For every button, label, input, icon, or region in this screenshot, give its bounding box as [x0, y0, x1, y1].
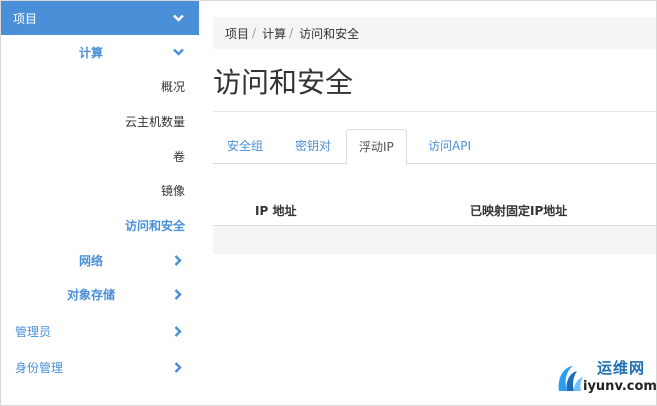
sidebar-item-access-security[interactable]: 访问和安全 [1, 208, 199, 242]
main-content: 项目 / 计算 / 访问和安全 访问和安全 安全组 密钥对 浮动IP 访问API… [213, 1, 656, 405]
sidebar-item-object-storage[interactable]: 对象存储 [1, 277, 199, 311]
table-empty-row [213, 226, 656, 254]
chevron-right-icon [173, 255, 183, 266]
sidebar-item-label: 计算 [79, 45, 104, 60]
tab-floating-ips[interactable]: 浮动IP [346, 129, 407, 165]
watermark-name: 运维网 [597, 359, 646, 377]
tab-label: 安全组 [227, 139, 264, 153]
tab-label: 密钥对 [295, 139, 332, 153]
chevron-right-icon [173, 362, 183, 373]
sidebar-item-label: 访问和安全 [124, 218, 185, 233]
chevron-right-icon [173, 289, 183, 300]
breadcrumb-item-current: 访问和安全 [299, 26, 360, 41]
sidebar-item-compute[interactable]: 计算 [1, 35, 199, 69]
page-title: 访问和安全 [213, 66, 354, 99]
sidebar-item-volumes[interactable]: 卷 [1, 139, 199, 173]
sidebar-item-label: 身份管理 [15, 360, 64, 375]
breadcrumb-separator: / [289, 26, 294, 40]
tab-label: 浮动IP [359, 140, 394, 154]
column-header-mapped-fixed-ip[interactable]: 已映射固定IP地址 [470, 202, 567, 219]
tab-bar: 安全组 密钥对 浮动IP 访问API [213, 129, 656, 165]
sidebar-item-network[interactable]: 网络 [1, 243, 199, 277]
sidebar-item-label: 概况 [160, 79, 185, 94]
chevron-right-icon [173, 326, 183, 337]
sidebar-item-images[interactable]: 镜像 [1, 173, 199, 207]
watermark-domain: iyunv.com [583, 379, 657, 394]
sidebar-item-label: 云主机数量 [124, 114, 185, 129]
sidebar-item-label: 对象存储 [67, 287, 116, 302]
watermark: 运维网 iyunv.com [553, 355, 657, 401]
sidebar-item-project[interactable]: 项目 [1, 1, 199, 35]
tab-key-pairs[interactable]: 密钥对 [283, 129, 343, 164]
column-header-ip-address[interactable]: IP 地址 [255, 202, 296, 219]
sidebar-item-label: 镜像 [160, 183, 185, 198]
app-window: 项目 计算 概况 云主机数量 卷 镜像 访问和安全 网络 对象存储 管理员 身份… [0, 0, 657, 406]
tab-label: 访问API [428, 139, 471, 153]
sidebar-item-instances[interactable]: 云主机数量 [1, 104, 199, 138]
tab-security-groups[interactable]: 安全组 [215, 129, 275, 164]
sidebar-item-label: 网络 [79, 253, 104, 268]
sidebar: 项目 计算 概况 云主机数量 卷 镜像 访问和安全 网络 对象存储 管理员 身份… [1, 1, 199, 405]
tab-api-access[interactable]: 访问API [416, 129, 483, 164]
breadcrumb-item-project[interactable]: 项目 [225, 25, 249, 42]
sidebar-item-label: 管理员 [15, 324, 52, 339]
sidebar-item-admin[interactable]: 管理员 [1, 314, 199, 348]
breadcrumb: 项目 / 计算 / 访问和安全 [213, 17, 656, 49]
sidebar-item-label: 卷 [172, 149, 185, 164]
breadcrumb-separator: / [252, 26, 257, 40]
sidebar-item-label: 项目 [13, 11, 38, 26]
watermark-logo-icon [553, 361, 587, 395]
chevron-down-icon [173, 13, 184, 23]
breadcrumb-item-compute[interactable]: 计算 [262, 25, 286, 42]
chevron-down-icon [173, 47, 184, 57]
sidebar-item-overview[interactable]: 概况 [1, 69, 199, 103]
sidebar-item-identity[interactable]: 身份管理 [1, 350, 199, 384]
divider [213, 111, 656, 112]
table-header: IP 地址 已映射固定IP地址 [213, 194, 656, 226]
